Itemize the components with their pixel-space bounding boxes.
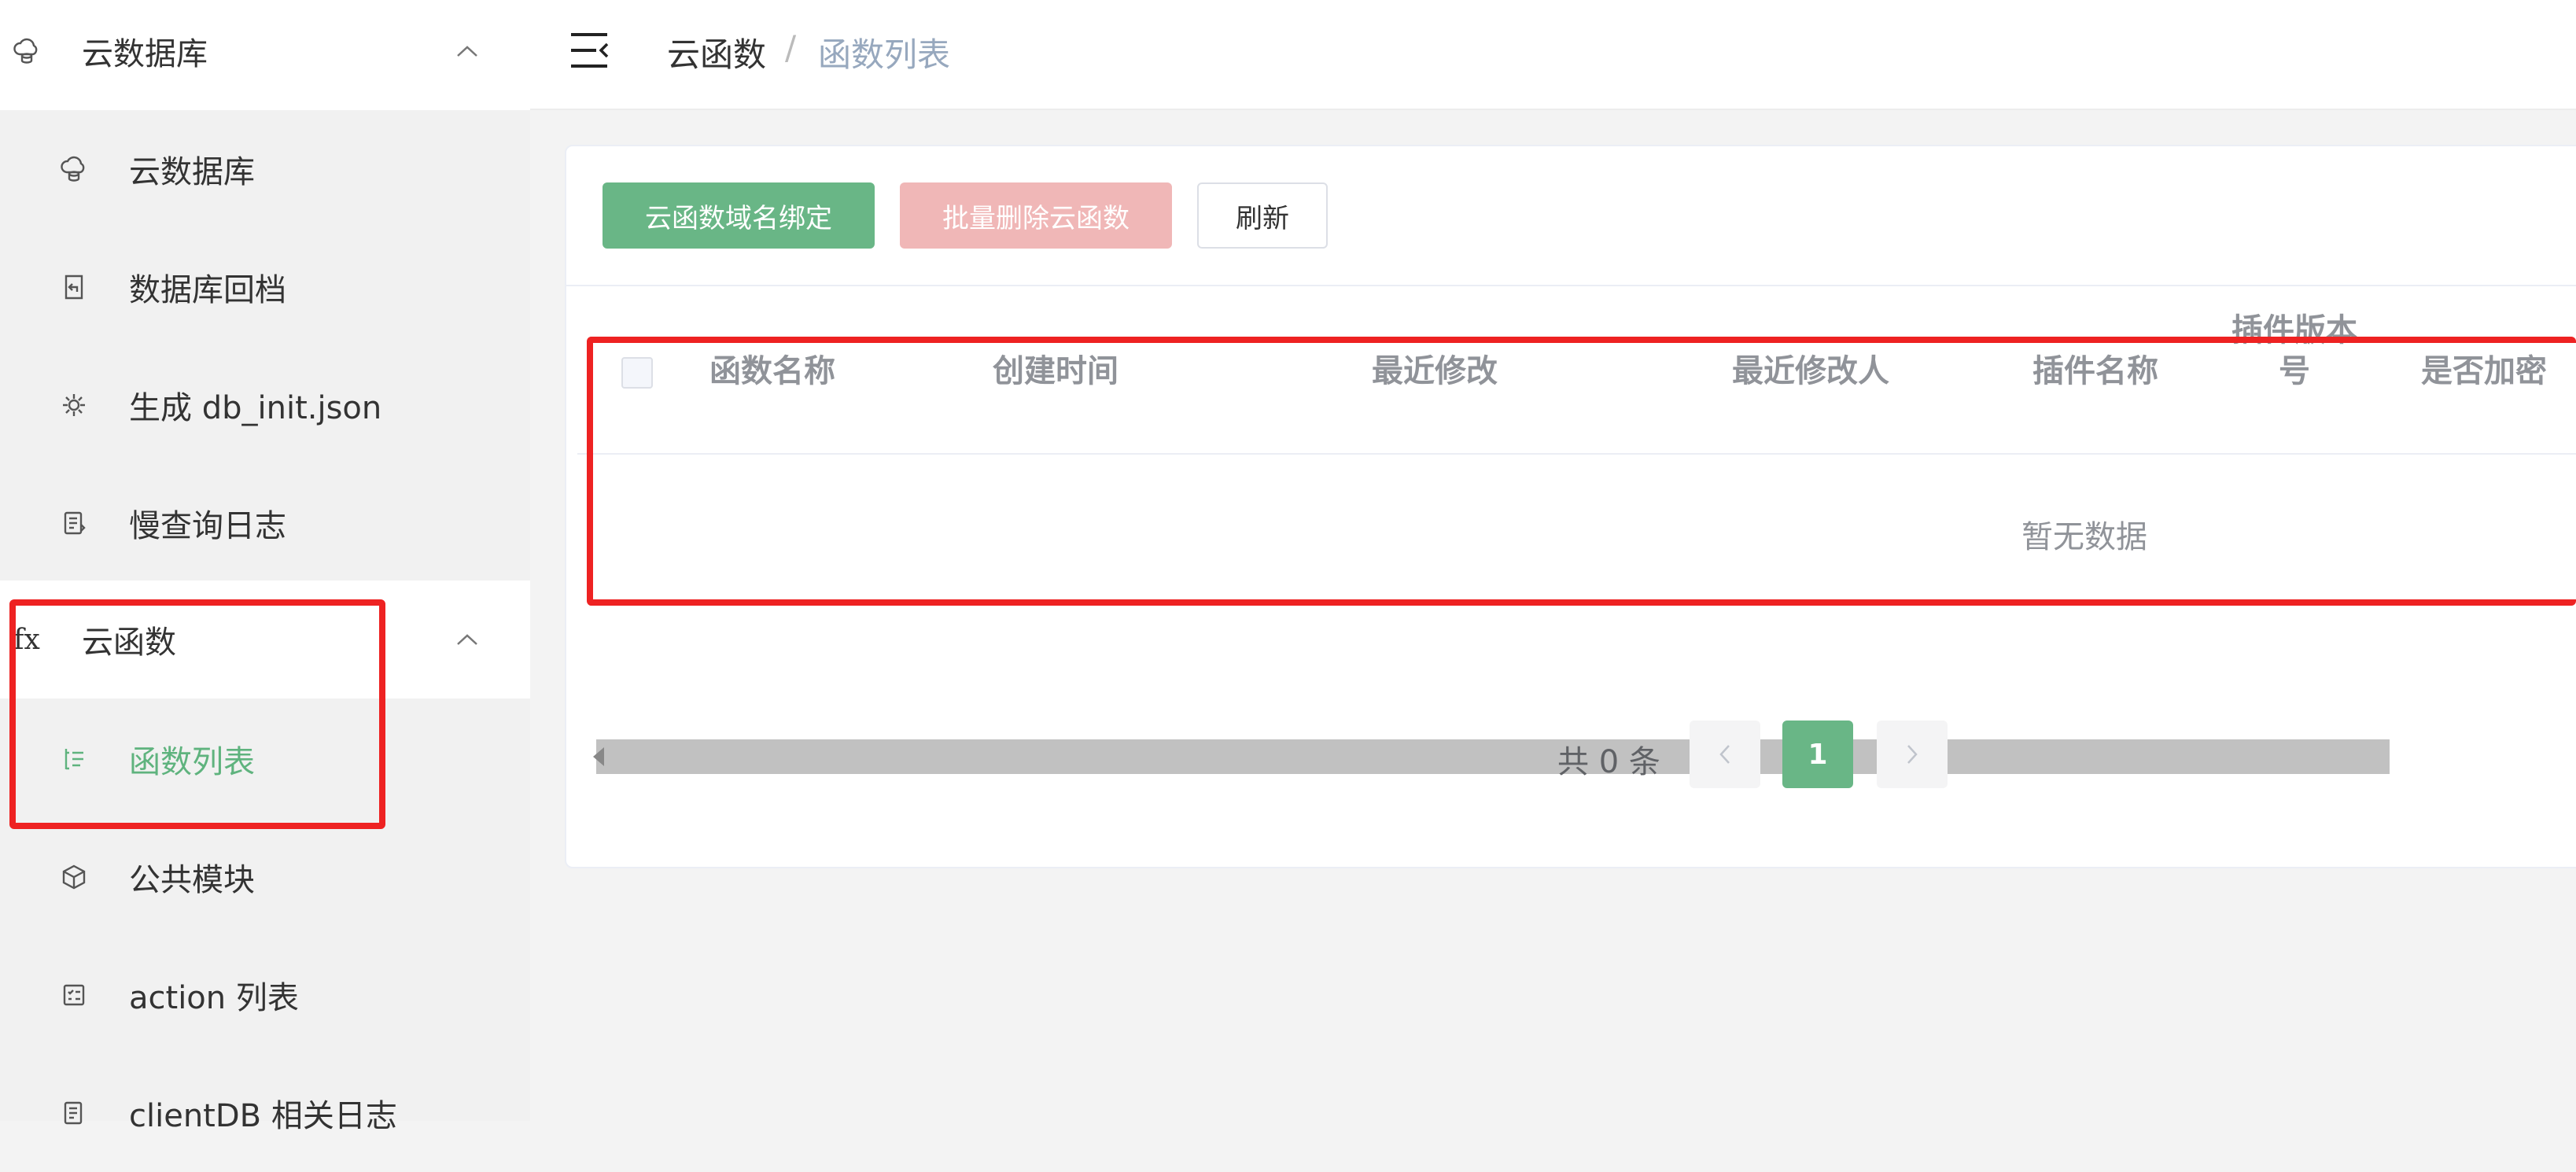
breadcrumb-root[interactable]: 云函数 [667, 28, 766, 76]
log-icon [58, 1097, 90, 1129]
sidebar-item-common-modules[interactable]: 公共模块 [0, 818, 530, 936]
top-header: 云函数 / 函数列表 [530, 0, 2576, 110]
column-header-created-time[interactable]: 创建时间 [993, 351, 1118, 392]
prev-page-button[interactable] [1690, 721, 1760, 788]
column-header-plugin-version[interactable]: 插件版本号 [2228, 310, 2361, 392]
sidebar-item-generate-db-init[interactable]: 生成 db_init.json [0, 346, 530, 464]
sidebar-item-clientdb-logs[interactable]: clientDB 相关日志 [0, 1054, 530, 1172]
log-icon [58, 507, 90, 539]
sidebar-item-action-list[interactable]: action 列表 [0, 936, 530, 1054]
rollback-icon [58, 271, 90, 303]
batch-delete-button[interactable]: 批量删除云函数 [900, 182, 1172, 249]
breadcrumb-current: 函数列表 [818, 35, 951, 74]
column-header-function-name[interactable]: 函数名称 [709, 351, 835, 392]
sidebar-item-label: action 列表 [129, 980, 299, 1016]
generate-icon [58, 389, 90, 421]
toolbar: 云函数域名绑定 批量删除云函数 刷新 [566, 146, 2576, 286]
empty-state: 暂无数据 [577, 455, 2576, 596]
sidebar-item-cloud-database[interactable]: 云数据库 [0, 110, 530, 228]
function-list-card: 云函数域名绑定 批量删除云函数 刷新 函数名称 创建时间 最近修改 最近修改人 … [565, 145, 2576, 868]
total-count: 共 0 条 [1557, 744, 1660, 780]
sidebar-item-database-rollback[interactable]: 数据库回档 [0, 228, 530, 346]
sidebar-item-label: 函数列表 [129, 744, 255, 780]
menu-fold-icon[interactable] [569, 31, 610, 69]
pagination: 共 0 条 1 [566, 721, 2576, 791]
sidebar: 云数据库 云数据库 数据库回档 生成 db_init.json 慢查询日志 fx… [0, 0, 530, 1134]
sidebar-group-cloud-database[interactable]: 云数据库 [0, 0, 530, 110]
next-page-button[interactable] [1877, 721, 1948, 788]
cube-icon [58, 861, 90, 893]
table-header: 函数名称 创建时间 最近修改 最近修改人 插件名称 插件版本号 是否加密 [577, 288, 2576, 455]
sidebar-item-label: 数据库回档 [129, 272, 286, 308]
sidebar-item-function-list[interactable]: 函数列表 [0, 700, 530, 818]
column-header-plugin-name[interactable]: 插件名称 [2032, 351, 2158, 392]
sidebar-item-label: 云数据库 [129, 154, 255, 190]
empty-text: 暂无数据 [2021, 519, 2147, 555]
page-number-button[interactable]: 1 [1782, 721, 1853, 788]
column-header-last-modified[interactable]: 最近修改 [1372, 351, 1498, 392]
fx-icon: fx [13, 623, 40, 656]
sidebar-item-slow-query-log[interactable]: 慢查询日志 [0, 464, 530, 582]
sidebar-item-label: 公共模块 [129, 862, 255, 898]
chevron-up-icon[interactable] [453, 37, 481, 65]
sidebar-group-label: 云函数 [82, 625, 176, 661]
sidebar-item-label: clientDB 相关日志 [129, 1098, 397, 1134]
cloud-database-icon [11, 35, 42, 67]
list-icon [58, 743, 90, 775]
column-header-encrypted[interactable]: 是否加密 [2421, 351, 2547, 392]
action-list-icon [58, 979, 90, 1011]
sidebar-item-label: 慢查询日志 [129, 508, 286, 544]
cloud-database-icon [58, 153, 90, 185]
bind-domain-button[interactable]: 云函数域名绑定 [603, 182, 875, 249]
functions-table: 函数名称 创建时间 最近修改 最近修改人 插件名称 插件版本号 是否加密 暂无数… [577, 288, 2576, 776]
select-all-checkbox[interactable] [621, 357, 653, 389]
sidebar-group-cloud-functions[interactable]: fx 云函数 [0, 580, 530, 698]
sidebar-group-label: 云数据库 [82, 36, 208, 72]
sidebar-item-label: 生成 db_init.json [129, 390, 382, 426]
chevron-up-icon[interactable] [453, 625, 481, 654]
column-header-last-modified-by[interactable]: 最近修改人 [1732, 351, 1889, 392]
breadcrumb-separator: / [785, 28, 797, 67]
refresh-button[interactable]: 刷新 [1197, 182, 1328, 249]
